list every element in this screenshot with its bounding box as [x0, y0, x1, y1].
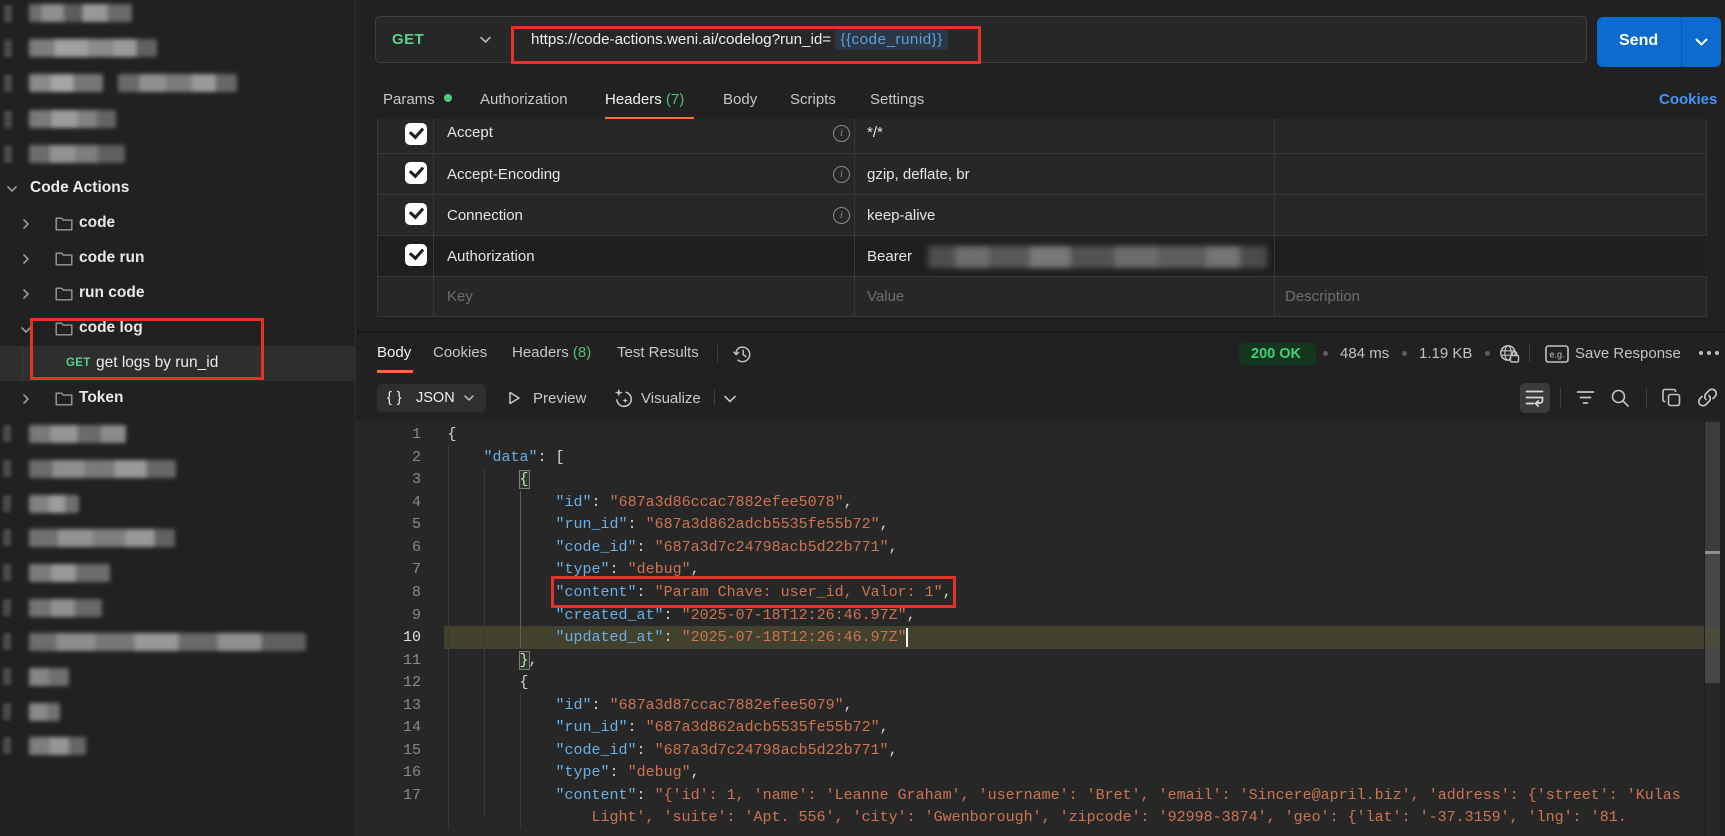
svg-text:e.g.: e.g.: [1549, 350, 1564, 360]
